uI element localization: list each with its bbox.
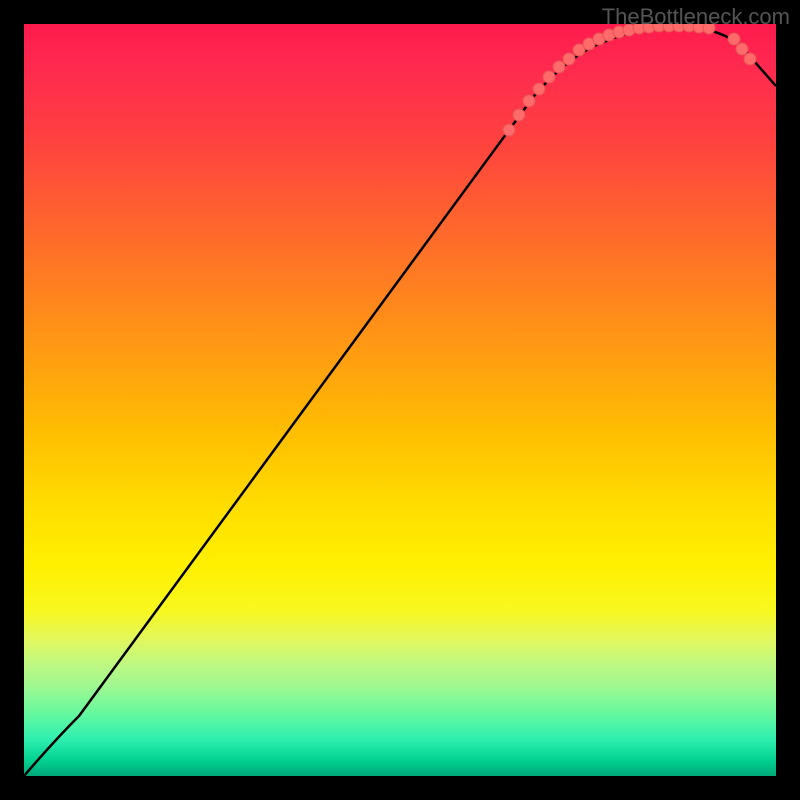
watermark-text: TheBottleneck.com	[602, 4, 790, 30]
data-point	[736, 43, 748, 55]
chart-container: TheBottleneck.com	[0, 0, 800, 800]
plot-area	[24, 24, 776, 776]
data-point	[543, 71, 555, 83]
curve-svg	[24, 24, 776, 776]
bottleneck-curve	[24, 26, 776, 776]
highlight-dots-ascent	[728, 33, 756, 65]
data-point	[744, 53, 756, 65]
data-point	[553, 61, 565, 73]
data-point	[563, 53, 575, 65]
data-point	[503, 124, 515, 136]
data-point	[523, 95, 535, 107]
data-point	[513, 109, 525, 121]
data-point	[533, 83, 545, 95]
data-point	[728, 33, 740, 45]
